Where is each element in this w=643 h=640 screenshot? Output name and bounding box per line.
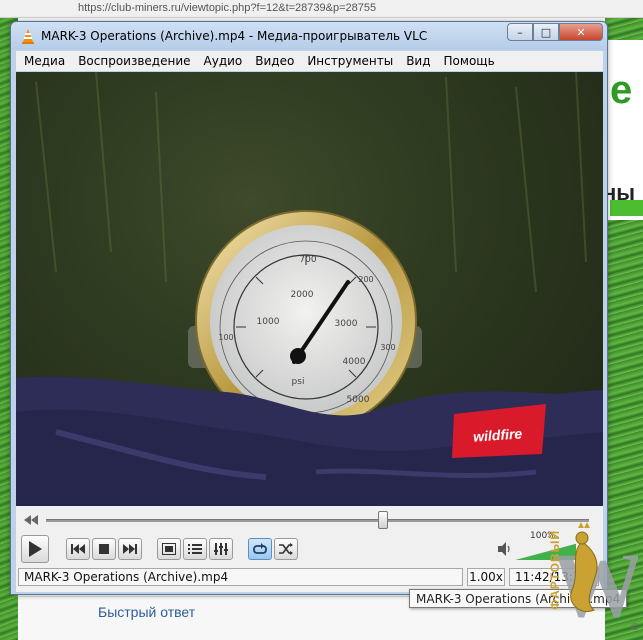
gauge-number: 300 <box>380 343 395 352</box>
speaker-icon[interactable] <box>498 542 512 556</box>
menu-playback[interactable]: Воспроизведение <box>73 51 198 71</box>
shuffle-button[interactable] <box>274 538 298 560</box>
fullscreen-button[interactable] <box>157 538 181 560</box>
menu-audio[interactable]: Аудио <box>199 51 251 71</box>
gauge-number: 5000 <box>347 395 370 405</box>
maximize-button[interactable]: □ <box>533 23 559 41</box>
gauge-unit: psi <box>292 377 305 387</box>
menu-tools[interactable]: Инструменты <box>302 51 401 71</box>
watermark-letter: W <box>552 534 638 636</box>
extended-settings-button[interactable] <box>209 538 233 560</box>
status-file-name: MARK-3 Operations (Archive).mp4 <box>18 568 463 586</box>
menu-help[interactable]: Помощь <box>439 51 503 71</box>
menu-bar: Медиа Воспроизведение Аудио Видео Инстру… <box>16 51 603 71</box>
svg-text:©: © <box>630 622 638 633</box>
loop-icon <box>253 543 267 554</box>
browser-url[interactable]: https://club-miners.ru/viewtopic.php?f=1… <box>78 0 376 16</box>
playlist-icon <box>188 544 202 554</box>
banner-letter: е <box>610 68 633 112</box>
minimize-button[interactable]: – <box>507 23 533 41</box>
playlist-button[interactable] <box>183 538 207 560</box>
banner-green-bar <box>610 200 643 216</box>
previous-icon <box>71 544 85 554</box>
gauge-number: 2000 <box>291 290 314 300</box>
gauge-number: 4000 <box>343 357 366 367</box>
shuffle-icon <box>279 543 293 555</box>
controls-panel: 100% MARK-3 Operations (Archive).mp4 1.0… <box>16 506 603 592</box>
close-button[interactable]: ✕ <box>559 23 603 41</box>
window-title: MARK-3 Operations (Archive).mp4 - Медиа-… <box>41 29 428 43</box>
stop-icon <box>99 544 109 554</box>
play-button[interactable] <box>21 535 49 563</box>
jacket-logo: wildfire <box>473 425 523 444</box>
stop-button[interactable] <box>92 538 116 560</box>
gauge-number: 3000 <box>335 319 358 329</box>
menu-media[interactable]: Медиа <box>19 51 73 71</box>
next-icon <box>123 544 137 554</box>
status-bar: MARK-3 Operations (Archive).mp4 1.00x 11… <box>16 568 603 588</box>
next-button[interactable] <box>118 538 142 560</box>
menu-video[interactable]: Видео <box>250 51 302 71</box>
play-icon <box>29 541 42 557</box>
watermark-logo: W © <box>552 522 638 636</box>
loop-button[interactable] <box>248 538 272 560</box>
vlc-window: MARK-3 Operations (Archive).mp4 - Медиа-… <box>10 21 608 595</box>
seek-slider[interactable] <box>46 519 589 522</box>
quick-reply-link[interactable]: Быстрый ответ <box>98 604 195 620</box>
video-scene: 700 1000 2000 3000 4000 5000 100 200 300… <box>16 72 603 506</box>
vlc-cone-icon <box>22 29 34 44</box>
seek-backward-icon[interactable] <box>24 515 38 525</box>
gauge-number: 100 <box>218 333 233 342</box>
watermark-text: ФАРТОВЫЙ <box>548 530 562 610</box>
gauge-number: 200 <box>358 275 373 284</box>
menu-view[interactable]: Вид <box>401 51 438 71</box>
equalizer-icon <box>214 543 228 555</box>
browser-address-bar[interactable]: https://club-miners.ru/viewtopic.php?f=1… <box>0 0 643 18</box>
title-bar[interactable]: MARK-3 Operations (Archive).mp4 - Медиа-… <box>11 22 607 50</box>
fullscreen-icon <box>162 543 176 555</box>
previous-button[interactable] <box>66 538 90 560</box>
seek-handle[interactable] <box>377 511 388 529</box>
gauge-number: 1000 <box>257 317 280 327</box>
playback-speed[interactable]: 1.00x <box>467 568 505 586</box>
video-frame[interactable]: 700 1000 2000 3000 4000 5000 100 200 300… <box>16 72 603 506</box>
gauge-number: 700 <box>299 255 316 265</box>
window-controls: – □ ✕ <box>507 23 603 41</box>
